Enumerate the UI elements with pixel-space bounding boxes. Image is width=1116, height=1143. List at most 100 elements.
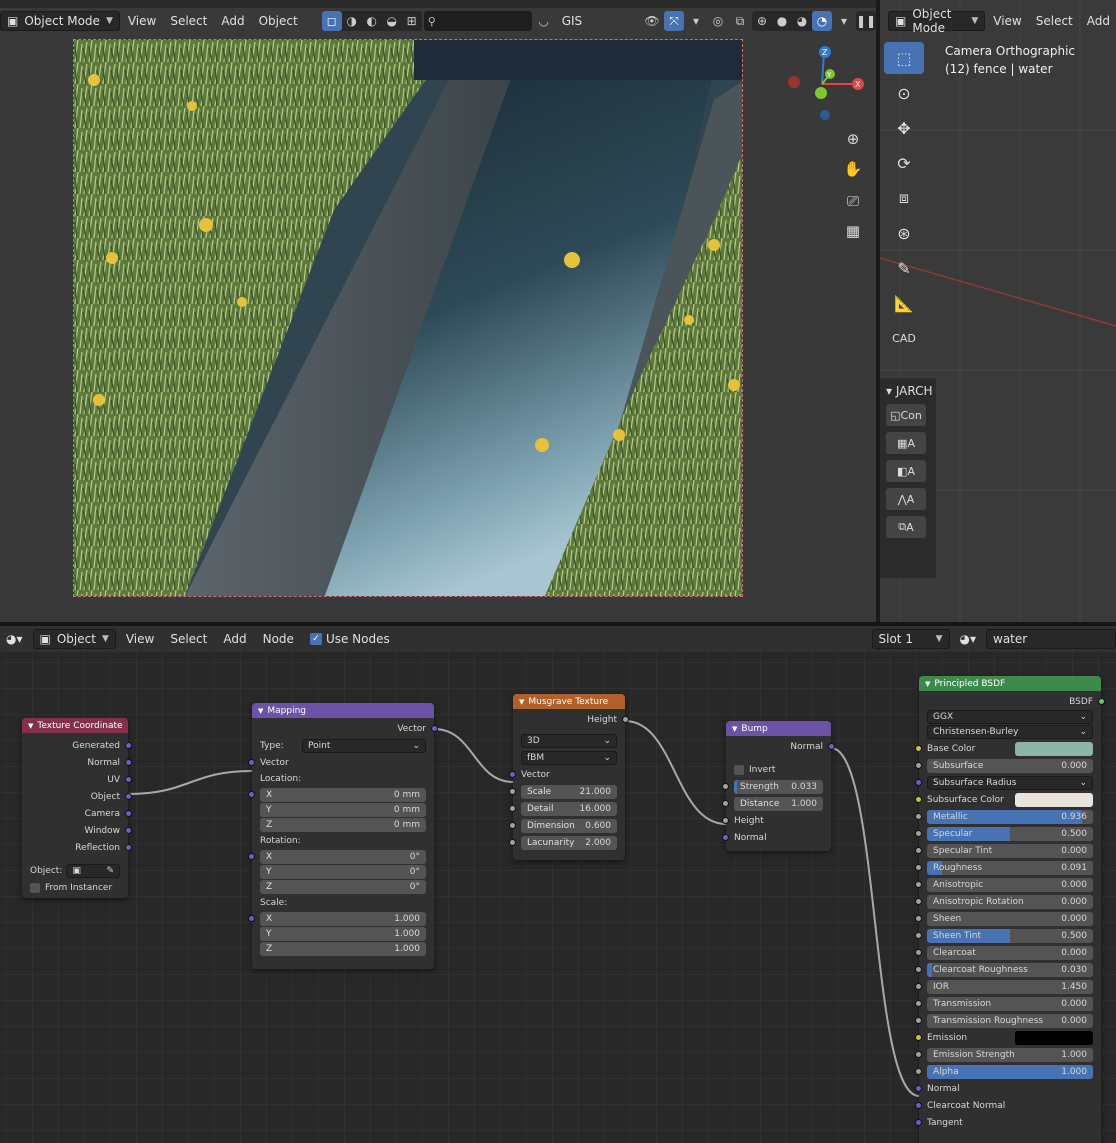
bsdf-param-field[interactable]: Specular Tint 0.000 — [927, 843, 1093, 858]
collapse-icon[interactable]: ▼ — [28, 722, 33, 730]
side-mode-dropdown[interactable]: ▣ Object Mode ▼ — [888, 7, 986, 35]
jarch-panel-title[interactable]: ▾ JARCH — [880, 378, 936, 398]
side-menu-add[interactable]: Add — [1081, 11, 1116, 31]
socket[interactable] — [915, 983, 922, 990]
invert-row[interactable]: Invert — [726, 761, 831, 778]
bsdf-param-field[interactable]: Transmission Roughness 0.000 — [927, 1013, 1093, 1028]
editor-type-icon[interactable]: ◕▾ — [0, 629, 29, 649]
subsurface-color-swatch[interactable] — [1015, 792, 1093, 807]
socket[interactable] — [915, 1000, 922, 1007]
socket[interactable] — [915, 1068, 922, 1075]
navigation-gizmo[interactable]: Z X Y — [788, 44, 868, 124]
menu-add[interactable]: Add — [215, 11, 250, 31]
distribution-dropdown[interactable]: GGX ⌄ — [927, 709, 1093, 724]
from-instancer-row[interactable]: From Instancer — [22, 879, 128, 896]
overlay-icon[interactable]: ◎ — [708, 11, 728, 31]
object-picker[interactable]: ▣ ✎ — [66, 863, 120, 878]
texture-coordinate-node[interactable]: ▼ Texture Coordinate Generated Normal UV… — [22, 718, 132, 898]
ne-menu-view[interactable]: View — [120, 629, 160, 649]
select-tool-icon[interactable]: ⬚ — [884, 42, 924, 74]
dimensions-dropdown[interactable]: 3D ⌄ — [521, 733, 617, 748]
rotation-y-field[interactable]: Y 0° — [260, 864, 426, 879]
hand-pan-icon[interactable]: ✋ — [840, 156, 866, 182]
xray-icon[interactable]: ⧉ — [730, 11, 750, 31]
socket[interactable] — [722, 834, 729, 841]
emission-color-swatch[interactable] — [1015, 1030, 1093, 1045]
search-clear-icon[interactable]: ◡ — [534, 11, 554, 31]
socket[interactable] — [915, 1102, 922, 1109]
rotation-x-field[interactable]: X 0° — [260, 849, 426, 864]
socket[interactable] — [125, 793, 132, 800]
socket[interactable] — [915, 745, 922, 752]
select-subtract-icon[interactable]: ◐ — [362, 11, 382, 31]
mapping-node[interactable]: ▼ Mapping Vector Type: Point ⌄ Vector Loc… — [248, 703, 438, 969]
bsdf-param-field[interactable]: Specular 0.500 — [927, 826, 1093, 841]
location-x-field[interactable]: X0 mm — [260, 787, 426, 802]
slot-dropdown[interactable]: Slot 1 ▼ — [871, 629, 950, 649]
solid-shading-icon[interactable]: ● — [772, 11, 792, 31]
socket[interactable] — [125, 759, 132, 766]
location-z-field[interactable]: Z0 mm — [260, 817, 426, 832]
principled-bsdf-node[interactable]: ▼ Principled BSDF BSDF GGX ⌄ Christensen-… — [915, 676, 1105, 1143]
socket[interactable] — [722, 783, 729, 790]
location-y-field[interactable]: Y0 mm — [260, 802, 426, 817]
socket[interactable] — [509, 839, 516, 846]
shader-node-editor[interactable]: ◕▾ ▣ Object ▼ View Select Add Node ✓ Use… — [0, 626, 1116, 1143]
bsdf-param-field[interactable]: Alpha 1.000 — [927, 1064, 1093, 1079]
jarch-floor-button[interactable]: ▦ A — [886, 432, 926, 454]
bsdf-param-field[interactable]: Clearcoat 0.000 — [927, 945, 1093, 960]
socket[interactable] — [915, 1119, 922, 1126]
side-menu-view[interactable]: View — [987, 11, 1027, 31]
material-shading-icon[interactable]: ◕ — [792, 11, 812, 31]
musgrave-texture-node[interactable]: ▼ Musgrave Texture Height 3D ⌄ fBM ⌄ Vecto… — [509, 694, 629, 860]
socket[interactable] — [915, 830, 922, 837]
socket[interactable] — [915, 779, 922, 786]
side-3d-viewport[interactable]: ▣ Object Mode ▼ View Select Add Camera O… — [880, 0, 1116, 622]
rotate-tool-icon[interactable]: ⟳ — [884, 147, 924, 179]
search-input[interactable]: ⚲ — [423, 11, 532, 31]
scale-tool-icon[interactable]: ⧈ — [884, 182, 924, 214]
3d-viewport[interactable]: ▣ Object Mode ▼ View Select Add Object ◻… — [0, 0, 876, 622]
socket[interactable] — [125, 844, 132, 851]
node-header[interactable]: ▼ Musgrave Texture — [513, 694, 625, 709]
subsurface-radius-dropdown[interactable]: Subsurface Radius ⌄ — [927, 775, 1093, 790]
socket[interactable] — [248, 853, 255, 860]
base-color-swatch[interactable] — [1015, 741, 1093, 756]
socket[interactable] — [431, 725, 438, 732]
gis-menu[interactable]: GIS — [556, 11, 588, 31]
bsdf-param-field[interactable]: Roughness 0.091 — [927, 860, 1093, 875]
bsdf-param-field[interactable]: Metallic 0.936 — [927, 809, 1093, 824]
socket[interactable] — [509, 771, 516, 778]
bsdf-param-field[interactable]: Anisotropic Rotation 0.000 — [927, 894, 1093, 909]
bump-node[interactable]: ▼ Bump Normal Invert Strength 0.033 Dista… — [722, 721, 835, 851]
visibility-icon[interactable]: 👁 — [642, 11, 662, 31]
jarch-con-button[interactable]: ◱ Con — [886, 404, 926, 426]
socket[interactable] — [722, 800, 729, 807]
ne-menu-node[interactable]: Node — [257, 629, 300, 649]
menu-view[interactable]: View — [122, 11, 162, 31]
scale-y-field[interactable]: Y 1.000 — [260, 926, 426, 941]
bsdf-param-field[interactable]: Anisotropic 0.000 — [927, 877, 1093, 892]
rendered-shading-icon[interactable]: ◔ — [812, 11, 832, 31]
select-intersect-icon[interactable]: ⊞ — [402, 11, 422, 31]
socket[interactable] — [509, 822, 516, 829]
socket[interactable] — [722, 817, 729, 824]
socket[interactable] — [509, 805, 516, 812]
socket[interactable] — [915, 1051, 922, 1058]
socket[interactable] — [915, 949, 922, 956]
socket[interactable] — [915, 932, 922, 939]
grid-ortho-icon[interactable]: ▦ — [840, 218, 866, 244]
chevron-down-icon[interactable]: ▾ — [834, 11, 854, 31]
cad-tool-button[interactable]: CAD — [884, 322, 924, 354]
socket[interactable] — [915, 864, 922, 871]
socket[interactable] — [622, 716, 629, 723]
node-header[interactable]: ▼ Principled BSDF — [919, 676, 1101, 691]
socket[interactable] — [915, 847, 922, 854]
menu-select[interactable]: Select — [164, 11, 213, 31]
scale-field[interactable]: Scale 21.000 — [521, 784, 617, 799]
select-extend-icon[interactable]: ◑ — [342, 11, 362, 31]
socket[interactable] — [915, 881, 922, 888]
gizmo-toggle-icon[interactable]: ⤧ — [664, 11, 684, 31]
socket[interactable] — [915, 1085, 922, 1092]
socket[interactable] — [125, 742, 132, 749]
